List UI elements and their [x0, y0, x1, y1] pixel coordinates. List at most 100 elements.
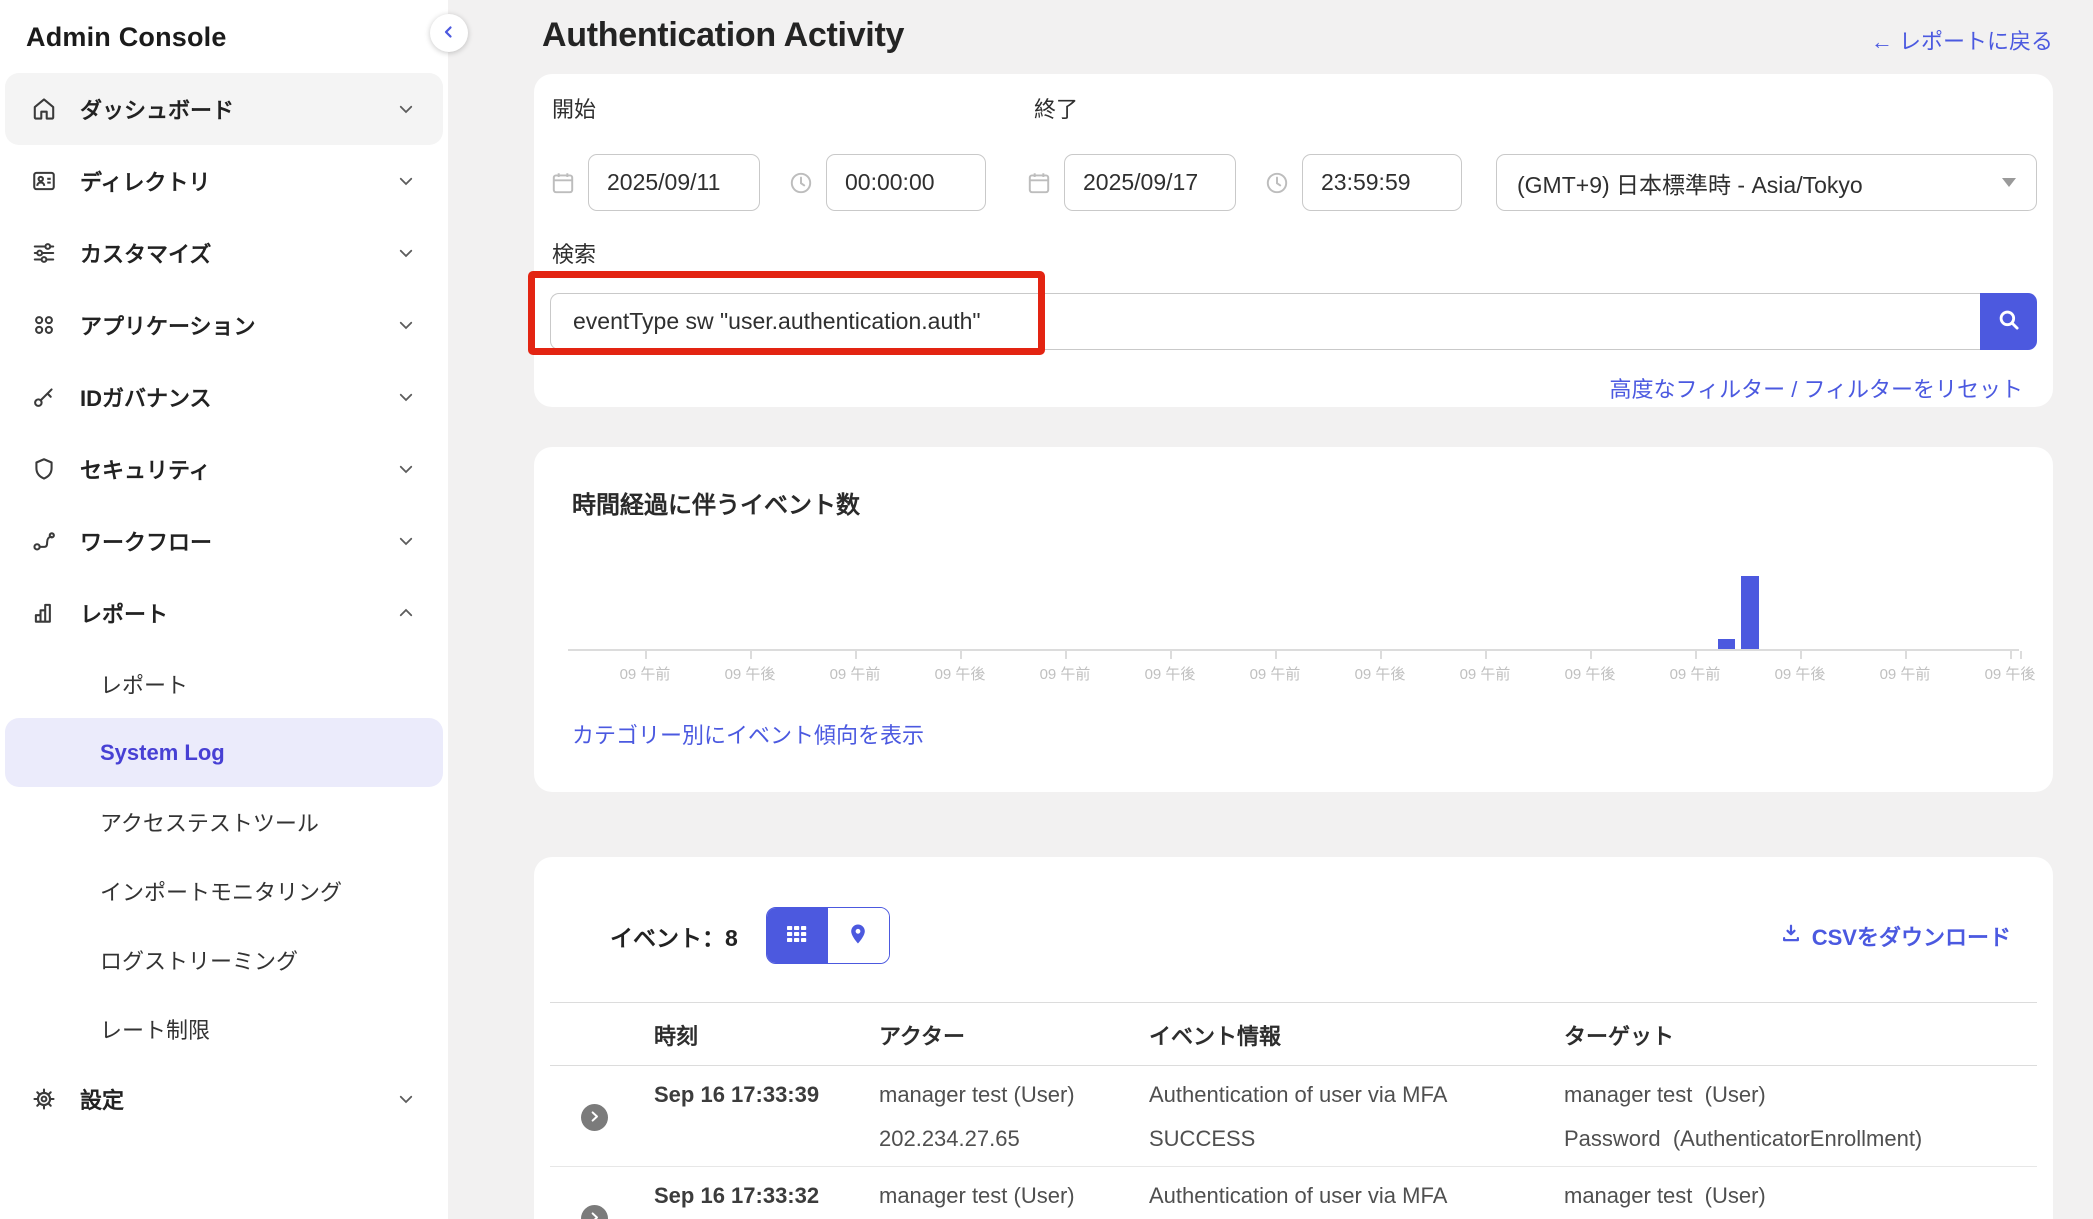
chevron-down-icon — [397, 1090, 415, 1108]
end-date-input[interactable] — [1064, 154, 1236, 211]
search-label: 検索 — [552, 237, 2037, 269]
download-icon — [1780, 922, 1802, 950]
sidebar-item-access-test-tool[interactable]: アクセステストツール — [5, 787, 443, 856]
map-view-button[interactable] — [828, 908, 889, 963]
target-authenticator: Password (AuthenticatorEnrollment) — [1564, 1128, 2037, 1150]
table-header-row: 時刻 アクター イベント情報 ターゲット — [550, 1003, 2037, 1066]
x-axis-tick-label: 09 午前 — [620, 663, 671, 684]
sidebar-item-system-log[interactable]: System Log — [5, 718, 443, 787]
sidebar-item-import-monitoring[interactable]: インポートモニタリング — [5, 856, 443, 925]
sidebar-item-reports-report[interactable]: レポート — [5, 649, 443, 718]
table-view-button[interactable] — [767, 908, 828, 963]
filter-card: 開始 終了 (GMT+9) 日本標準時 - Asia/T — [534, 74, 2053, 407]
chart-plot-area: 09 午前09 午後09 午前09 午後09 午前09 午後09 午前09 午後… — [568, 520, 2019, 710]
download-csv-label: CSVをダウンロード — [1812, 920, 2011, 952]
sidebar-item-applications[interactable]: アプリケーション — [5, 289, 443, 361]
x-axis-tick — [1065, 651, 1067, 659]
x-axis-tick — [1380, 651, 1382, 659]
sidebar-child-label: ログストリーミング — [100, 944, 298, 976]
back-to-reports-link[interactable]: ← レポートに戻る — [1871, 24, 2053, 56]
x-axis-tick-label: 09 午後 — [1775, 663, 1826, 684]
expand-row-button[interactable] — [581, 1104, 608, 1131]
sidebar-item-id-governance[interactable]: IDガバナンス — [5, 361, 443, 433]
reset-filter-link[interactable]: フィルターをリセット — [1803, 377, 2023, 402]
chevron-down-icon — [397, 100, 415, 118]
expand-row-button[interactable] — [581, 1205, 608, 1219]
chart-title: 時間経過に伴うイベント数 — [572, 485, 2029, 520]
table-row: Sep 16 17:33:32 manager test (User) 202.… — [550, 1167, 2037, 1219]
sidebar-child-label: レポート — [100, 668, 188, 700]
event-time: Sep 16 17:33:32 — [654, 1185, 879, 1207]
shield-icon — [30, 455, 58, 483]
event-count-chart-card: 時間経過に伴うイベント数 09 午前 09 午後 09 午前 09 午後 09 午前 09… — [534, 447, 2053, 792]
sidebar-item-label: ディレクトリ — [80, 165, 397, 197]
sidebar-collapse-button[interactable] — [430, 14, 468, 52]
app-title: Admin Console — [26, 22, 448, 53]
x-axis-tick — [855, 651, 857, 659]
x-axis-tick — [2010, 651, 2012, 659]
event-description: Authentication of user via MFA — [1149, 1084, 1564, 1106]
event-description: Authentication of user via MFA — [1149, 1185, 1564, 1207]
x-axis-tick-label: 09 午前 — [1250, 663, 1301, 684]
x-axis-tick-label: 09 午前 — [1460, 663, 1511, 684]
x-axis-tick — [1695, 651, 1697, 659]
x-axis-tick-label: 09 午前 — [830, 663, 881, 684]
sidebar-child-label: インポートモニタリング — [100, 875, 342, 907]
sidebar-child-label: アクセステストツール — [100, 806, 319, 838]
calendar-icon — [550, 170, 576, 196]
search-button[interactable] — [1980, 293, 2037, 350]
table-row: Sep 16 17:33:39 manager test (User) 202.… — [550, 1066, 2037, 1167]
id-card-icon — [30, 167, 58, 195]
end-label: 終了 — [1034, 92, 1078, 124]
chevron-left-icon — [440, 23, 458, 44]
x-axis-tick — [750, 651, 752, 659]
advanced-filter-link[interactable]: 高度なフィルター — [1610, 377, 1786, 402]
sidebar-item-settings[interactable]: 設定 — [5, 1063, 443, 1135]
timezone-select[interactable]: (GMT+9) 日本標準時 - Asia/Tokyo — [1496, 154, 2037, 211]
sidebar-item-workflow[interactable]: ワークフロー — [5, 505, 443, 577]
sliders-icon — [30, 239, 58, 267]
sidebar-item-dashboard[interactable]: ダッシュボード — [5, 73, 443, 145]
dropdown-arrow-icon — [2002, 178, 2016, 187]
column-header-target: ターゲット — [1564, 1003, 2037, 1065]
x-axis-tick — [1590, 651, 1592, 659]
sidebar-item-directory[interactable]: ディレクトリ — [5, 145, 443, 217]
chevron-down-icon — [397, 532, 415, 550]
category-trend-link[interactable]: カテゴリー別にイベント傾向を表示 — [572, 718, 924, 750]
x-axis-tick — [2020, 651, 2022, 659]
actor-name: manager test (User) — [879, 1084, 1149, 1106]
page-title: Authentication Activity — [542, 16, 904, 55]
chevron-down-icon — [397, 388, 415, 406]
sidebar-child-label: System Log — [100, 740, 225, 766]
column-header-event-info: イベント情報 — [1149, 1003, 1564, 1065]
calendar-icon — [1026, 170, 1052, 196]
start-date-input[interactable] — [588, 154, 760, 211]
sidebar-item-label: IDガバナンス — [80, 381, 397, 413]
x-axis-tick-label: 09 午前 — [1040, 663, 1091, 684]
main-content: Authentication Activity ← レポートに戻る 開始 終了 — [448, 0, 2093, 1219]
sidebar-item-customize[interactable]: カスタマイズ — [5, 217, 443, 289]
chevron-right-icon — [587, 1109, 602, 1127]
map-pin-icon — [846, 922, 870, 949]
search-icon — [1996, 307, 2022, 336]
search-input[interactable] — [550, 293, 1980, 350]
x-axis-tick — [1905, 651, 1907, 659]
sidebar-item-label: アプリケーション — [80, 309, 397, 341]
start-time-input[interactable] — [826, 154, 986, 211]
x-axis-tick-label: 09 午後 — [725, 663, 776, 684]
link-separator: / — [1785, 377, 1803, 402]
sidebar-item-reports[interactable]: レポート — [5, 577, 443, 649]
sidebar-item-label: セキュリティ — [80, 453, 397, 485]
end-time-input[interactable] — [1302, 154, 1462, 211]
sidebar-child-label: レート制限 — [100, 1013, 210, 1045]
sidebar-item-rate-limit[interactable]: レート制限 — [5, 994, 443, 1063]
page-header: Authentication Activity ← レポートに戻る — [534, 16, 2053, 56]
chevron-right-icon — [587, 1210, 602, 1219]
sidebar-item-security[interactable]: セキュリティ — [5, 433, 443, 505]
download-csv-link[interactable]: CSVをダウンロード — [1780, 920, 2011, 952]
event-count-bar[interactable] — [1741, 576, 1759, 649]
chevron-down-icon — [397, 172, 415, 190]
sidebar-item-label: カスタマイズ — [80, 237, 397, 269]
sidebar-item-log-streaming[interactable]: ログストリーミング — [5, 925, 443, 994]
event-count-bar[interactable] — [1718, 639, 1735, 649]
